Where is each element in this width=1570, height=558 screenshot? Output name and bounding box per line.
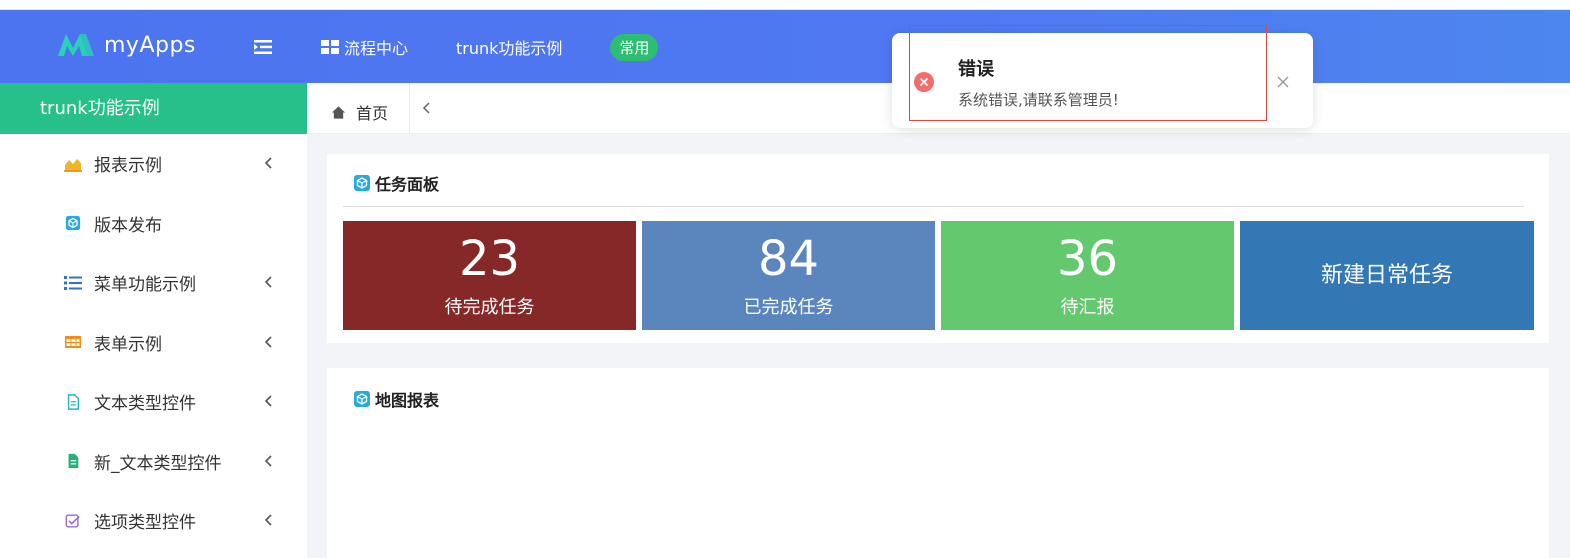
nav-item-common[interactable]: 常用: [610, 33, 659, 61]
grid-icon: [321, 40, 339, 54]
nav-item-trunk[interactable]: trunk功能示例: [456, 35, 562, 59]
menu-toggle-icon[interactable]: [253, 37, 273, 57]
breadcrumb-home[interactable]: 首页: [331, 100, 388, 124]
nav-label: trunk功能示例: [456, 39, 563, 58]
toast-title: 错误: [958, 59, 994, 80]
stat-completed-tasks[interactable]: 84 已完成任务: [642, 221, 935, 330]
error-toast: 错误 系统错误,请联系管理员!: [892, 33, 1313, 128]
file-solid-icon: [68, 454, 79, 469]
map-panel-title: 地图报表: [353, 387, 439, 411]
panel-title-text: 地图报表: [375, 391, 440, 410]
sidebar-item-label: 菜单功能示例: [94, 275, 196, 296]
sidebar-item-label: 版本发布: [94, 215, 162, 236]
sidebar-item-new-text-controls[interactable]: 新_文本类型控件: [0, 432, 307, 492]
sidebar-item-label: 文本类型控件: [94, 394, 196, 415]
sidebar-item-release[interactable]: 版本发布: [0, 194, 307, 254]
sidebar-item-option-controls[interactable]: 选项类型控件: [0, 491, 307, 551]
breadcrumb-separator: [409, 83, 410, 133]
top-nav: 流程中心 trunk功能示例 常用: [320, 32, 706, 62]
app-name: myApps: [104, 32, 196, 58]
cube-icon: [354, 175, 370, 191]
table-icon: [65, 336, 81, 349]
stat-label: 待完成任务: [444, 297, 535, 318]
sidebar-item-label: 选项类型控件: [94, 513, 196, 534]
file-outline-icon: [67, 393, 80, 410]
stat-value: 23: [458, 231, 521, 287]
list-icon: [64, 275, 82, 290]
sidebar: trunk功能示例 报表示例 版本发布 菜单功能示例 表单示例 文本类型控件 新…: [0, 83, 307, 558]
stat-pending-tasks[interactable]: 23 待完成任务: [343, 221, 636, 330]
sidebar-item-label: 表单示例: [94, 334, 162, 355]
nav-label: 流程中心: [344, 39, 409, 58]
button-label: 新建日常任务: [1320, 263, 1453, 288]
panel-divider: [343, 206, 1524, 207]
task-panel-title: 任务面板: [353, 171, 439, 195]
sidebar-item-form-demo[interactable]: 表单示例: [0, 313, 307, 373]
app-logo[interactable]: myApps: [56, 32, 196, 58]
new-daily-task-button[interactable]: 新建日常任务: [1240, 221, 1534, 330]
nav-item-process-center[interactable]: 流程中心: [320, 35, 408, 59]
chevron-left-icon: [264, 335, 272, 348]
toast-message: 系统错误,请联系管理员!: [958, 91, 1119, 109]
sidebar-item-menu-demo[interactable]: 菜单功能示例: [0, 253, 307, 313]
sidebar-item-label: 新_文本类型控件: [94, 453, 222, 474]
stat-to-report[interactable]: 36 待汇报: [941, 221, 1234, 330]
chevron-left-icon: [264, 395, 272, 407]
chart-area-icon: [64, 158, 82, 172]
cube-icon: [354, 391, 370, 407]
logo-icon: [58, 34, 94, 56]
chevron-left-icon: [264, 276, 272, 288]
home-icon: [331, 105, 346, 119]
sidebar-item-text-controls[interactable]: 文本类型控件: [0, 372, 307, 432]
stat-value: 36: [1056, 231, 1119, 287]
breadcrumb-home-label: 首页: [356, 104, 389, 123]
sidebar-item-label: 报表示例: [94, 156, 162, 177]
stat-label: 待汇报: [1060, 297, 1115, 318]
close-icon[interactable]: [1276, 75, 1290, 89]
chevron-left-icon: [264, 454, 272, 467]
map-panel: 地图报表: [327, 368, 1549, 558]
chevron-left-icon: [264, 157, 272, 169]
chevron-left-icon[interactable]: [420, 101, 434, 115]
chevron-left-icon: [264, 514, 272, 526]
error-circle-icon: [914, 72, 934, 92]
panel-title-text: 任务面板: [375, 175, 440, 194]
cube-icon: [65, 216, 81, 231]
app-header: myApps 流程中心 trunk功能示例 常用: [0, 10, 1570, 83]
stat-label: 已完成任务: [743, 297, 834, 318]
common-pill: 常用: [610, 33, 659, 61]
sidebar-item-reports[interactable]: 报表示例: [0, 134, 307, 194]
checkbox-icon: [65, 514, 80, 528]
sidebar-title[interactable]: trunk功能示例: [0, 83, 307, 134]
stat-value: 84: [757, 231, 820, 287]
browser-top-strip: [0, 0, 1570, 10]
